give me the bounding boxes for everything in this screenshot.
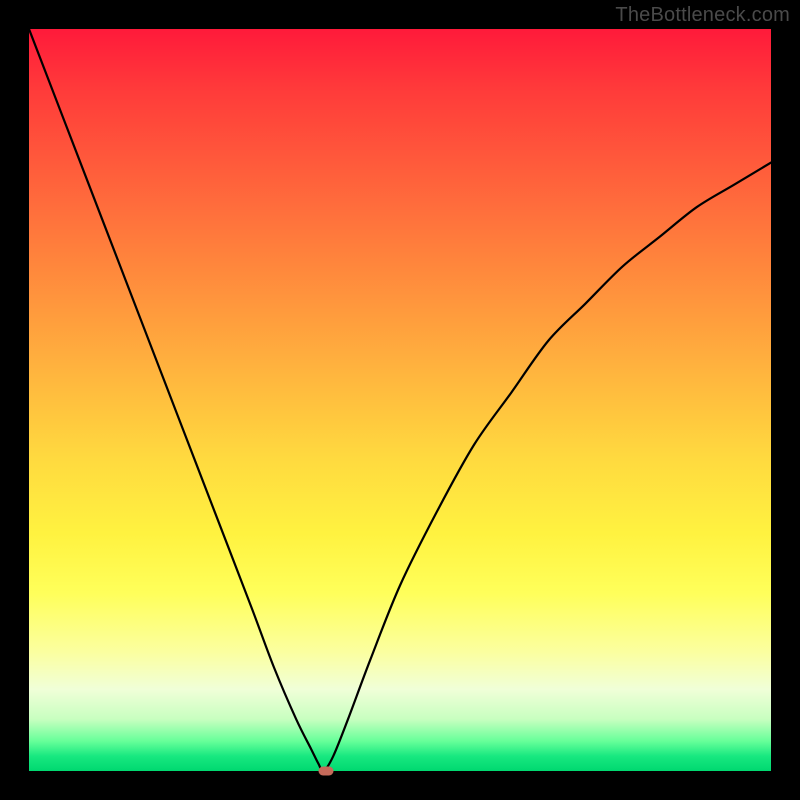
- bottleneck-curve: [29, 29, 771, 771]
- watermark-text: TheBottleneck.com: [615, 4, 790, 27]
- optimal-point-marker: [318, 767, 333, 776]
- chart-plot-area: [29, 29, 771, 771]
